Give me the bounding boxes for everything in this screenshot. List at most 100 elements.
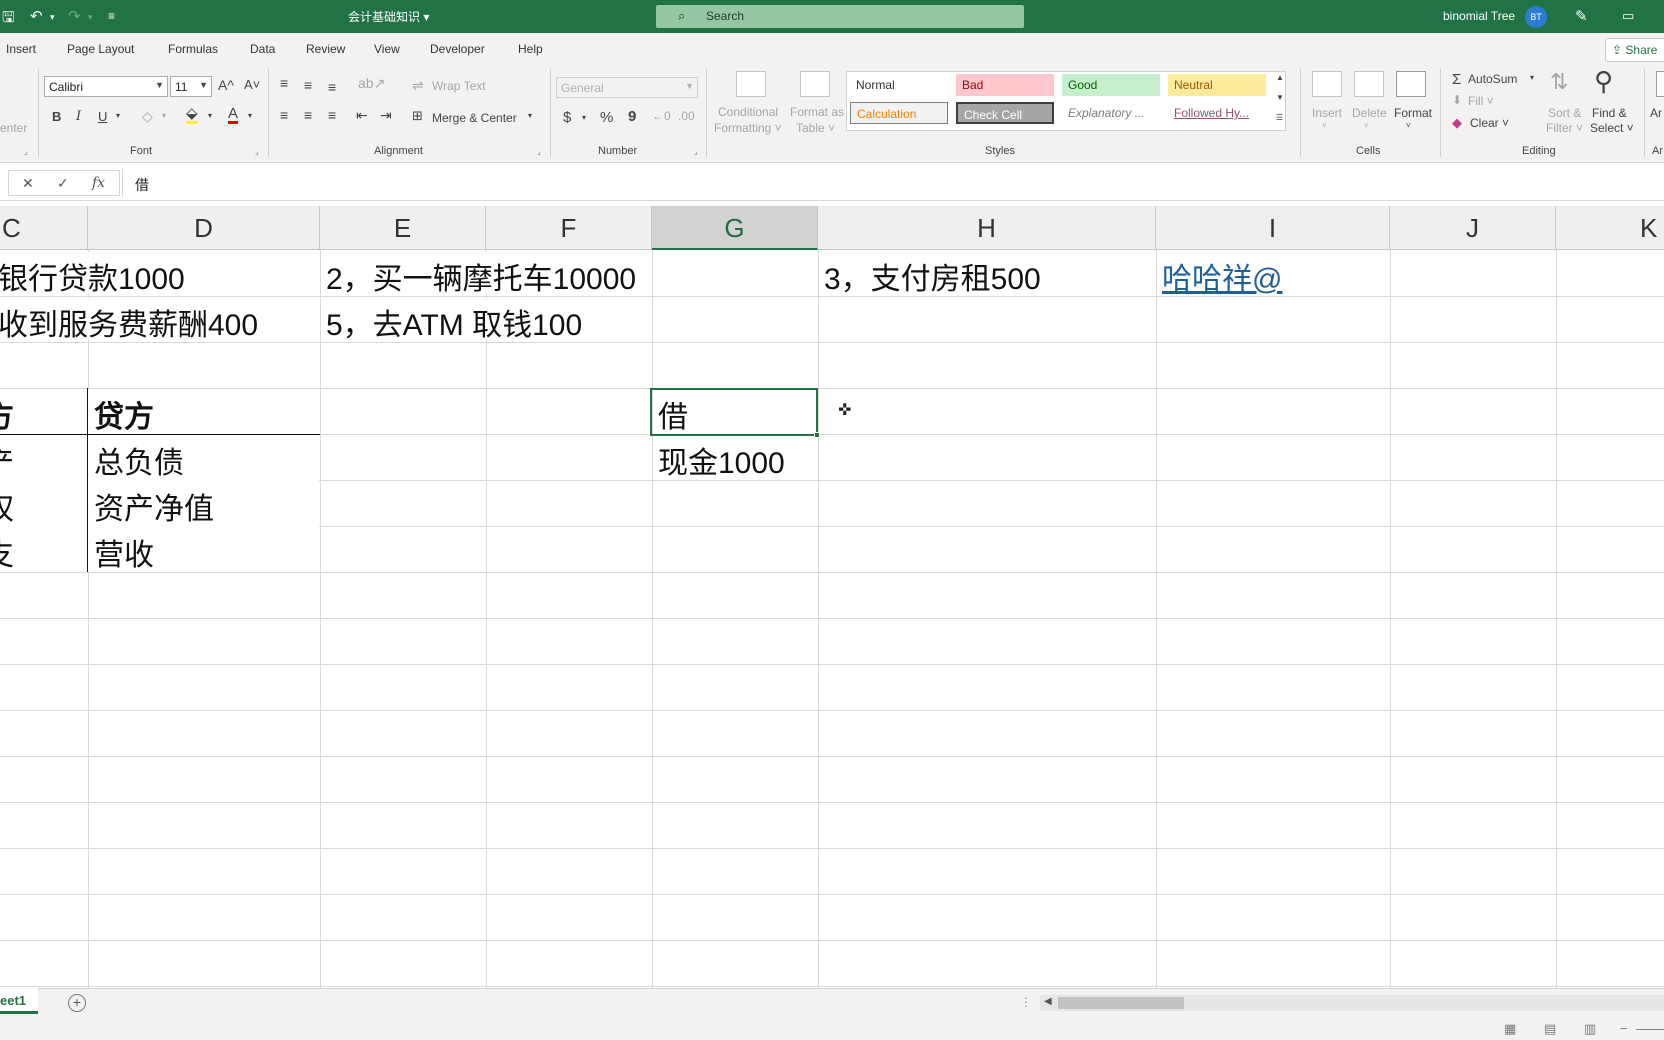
sheet-tab-active[interactable]: eet1 xyxy=(0,988,38,1014)
decrease-decimal-icon[interactable]: .00 xyxy=(678,109,695,123)
find-select-label-1[interactable]: Find & xyxy=(1592,106,1627,120)
cell-i1-hyperlink[interactable]: 哈哈祥@ xyxy=(1162,254,1282,298)
style-bad[interactable]: Bad xyxy=(956,74,1054,96)
tab-formulas[interactable]: Formulas xyxy=(168,42,218,56)
add-sheet-button[interactable]: + xyxy=(68,994,86,1012)
cell-h1[interactable]: 3，支付房租500 xyxy=(824,254,1041,298)
confirm-entry-icon[interactable]: ✓ xyxy=(57,175,69,192)
fill-handle[interactable] xyxy=(814,432,820,438)
cell-d7[interactable]: 营收 xyxy=(94,530,154,574)
font-name-combo[interactable]: Calibri ▼ xyxy=(44,76,168,97)
align-right-icon[interactable]: ≡ xyxy=(328,107,336,123)
cell-c7[interactable]: 支 xyxy=(0,530,14,574)
column-header-h[interactable]: H xyxy=(818,206,1156,250)
merge-icon[interactable]: ⊞ xyxy=(412,108,423,124)
eraser-icon[interactable]: ◆ xyxy=(1452,115,1462,131)
tab-data[interactable]: Data xyxy=(250,42,275,56)
align-left-icon[interactable]: ≡ xyxy=(280,107,288,123)
column-header-e[interactable]: E xyxy=(320,206,486,250)
cell-c2[interactable]: 收到服务费薪酬400 xyxy=(0,300,258,344)
format-as-table-label-1[interactable]: Format as xyxy=(790,105,844,119)
cell-d4[interactable]: 贷方 xyxy=(94,392,154,436)
tab-review[interactable]: Review xyxy=(306,42,345,56)
border-icon[interactable]: ◇ xyxy=(142,108,153,125)
currency-button[interactable]: $ xyxy=(563,109,571,126)
delete-cells-button[interactable]: Delete xyxy=(1352,106,1387,120)
column-header-i[interactable]: I xyxy=(1156,206,1390,250)
merge-dropdown-icon[interactable]: ▾ xyxy=(528,111,532,120)
alignment-launcher-icon[interactable]: ⌟ xyxy=(537,147,541,156)
analyze-data-partial[interactable]: Ar xyxy=(1650,106,1662,120)
formula-input[interactable]: 借 xyxy=(122,169,1664,197)
wrap-text-button[interactable]: Wrap Text xyxy=(432,79,486,93)
cell-c1[interactable]: 银行贷款1000 xyxy=(0,254,185,298)
autosum-button[interactable]: AutoSum xyxy=(1468,72,1517,86)
fill-color-dropdown-icon[interactable]: ▾ xyxy=(208,111,212,120)
column-header-g[interactable]: G xyxy=(652,206,818,250)
comma-button[interactable]: 9 xyxy=(628,108,636,125)
style-explanatory[interactable]: Explanatory ... xyxy=(1062,102,1160,124)
decrease-font-button[interactable]: A˅ xyxy=(244,77,260,92)
align-center-icon[interactable]: ≡ xyxy=(304,107,312,123)
active-cell-selection[interactable] xyxy=(650,388,820,438)
sort-filter-label-1[interactable]: Sort & xyxy=(1548,106,1581,120)
scrollbar-thumb[interactable] xyxy=(1058,997,1184,1009)
fill-button[interactable]: Fill ˅ xyxy=(1468,94,1494,108)
cell-e2[interactable]: 5，去ATM 取钱100 xyxy=(326,300,582,344)
undo-dropdown-icon[interactable]: ▾ xyxy=(50,12,55,23)
gallery-scroll-down-icon[interactable]: ▼ xyxy=(1276,93,1284,102)
share-button[interactable]: ⇪ Share xyxy=(1605,38,1664,62)
percent-button[interactable]: % xyxy=(600,109,613,126)
cell-c6[interactable]: 权 xyxy=(0,484,14,528)
tab-insert[interactable]: Insert xyxy=(6,42,36,56)
autosum-dropdown-icon[interactable]: ▾ xyxy=(1530,73,1534,82)
style-calculation[interactable]: Calculation xyxy=(850,102,948,124)
customize-qat-icon[interactable]: ≡ xyxy=(108,9,115,23)
cell-g5[interactable]: 现金1000 xyxy=(658,438,785,482)
horizontal-scrollbar[interactable]: ◀ xyxy=(1040,995,1664,1011)
increase-font-button[interactable]: A^ xyxy=(218,77,234,93)
font-size-combo[interactable]: 11 ▼ xyxy=(170,76,212,97)
style-check-cell[interactable]: Check Cell xyxy=(956,102,1054,124)
insert-function-icon[interactable]: fx xyxy=(92,175,105,191)
cell-c5[interactable]: 产 xyxy=(0,438,14,482)
find-select-label-2[interactable]: Select ˅ xyxy=(1590,121,1634,135)
cell-d5[interactable]: 总负债 xyxy=(94,438,184,482)
bold-button[interactable]: B xyxy=(52,109,61,124)
conditional-formatting-label-2[interactable]: Formatting ˅ xyxy=(714,121,782,135)
page-break-view-icon[interactable]: ▥ xyxy=(1584,1021,1596,1037)
format-as-table-label-2[interactable]: Table ˅ xyxy=(796,121,835,135)
zoom-out-icon[interactable]: − xyxy=(1620,1021,1628,1036)
style-normal[interactable]: Normal xyxy=(850,74,948,96)
cell-c4[interactable]: 方 xyxy=(0,392,14,436)
column-header-k[interactable]: K xyxy=(1556,206,1664,250)
font-launcher-icon[interactable]: ⌟ xyxy=(255,147,259,156)
increase-decimal-icon[interactable]: ←0 xyxy=(652,109,671,123)
ribbon-display-icon[interactable]: ▭ xyxy=(1622,8,1634,24)
clipboard-launcher-icon[interactable]: ⌟ xyxy=(24,147,28,156)
cell-d6[interactable]: 资产净值 xyxy=(94,484,214,528)
fill-icon[interactable]: ⬇ xyxy=(1452,93,1462,107)
font-color-dropdown-icon[interactable]: ▾ xyxy=(248,111,252,120)
page-layout-view-icon[interactable]: ▤ xyxy=(1544,1021,1556,1037)
autosum-icon[interactable]: Σ xyxy=(1452,71,1461,88)
align-middle-icon[interactable]: ≡ xyxy=(304,77,312,93)
column-header-j[interactable]: J xyxy=(1390,206,1556,250)
pen-icon[interactable]: ✎ xyxy=(1575,7,1588,25)
split-handle-icon[interactable]: ⋮ xyxy=(1020,995,1032,1009)
merge-center-partial[interactable]: enter xyxy=(0,121,27,135)
gallery-scroll-up-icon[interactable]: ▲ xyxy=(1276,73,1284,82)
style-good[interactable]: Good xyxy=(1062,74,1160,96)
fill-color-icon[interactable]: ⬙ xyxy=(186,106,198,124)
clear-button[interactable]: Clear ˅ xyxy=(1470,116,1509,130)
scroll-left-icon[interactable]: ◀ xyxy=(1044,996,1052,1007)
column-header-c[interactable]: C xyxy=(0,206,88,250)
align-top-icon[interactable]: ≡ xyxy=(280,75,288,91)
style-followed-hyperlink[interactable]: Followed Hy... xyxy=(1168,102,1266,124)
undo-icon[interactable]: ↶ xyxy=(30,7,43,25)
worksheet-grid[interactable]: 银行贷款1000 2，买一辆摩托车10000 3，支付房租500 哈哈祥@ 收到… xyxy=(0,250,1664,988)
underline-dropdown-icon[interactable]: ▾ xyxy=(116,111,120,120)
search-box[interactable]: ⌕ Search xyxy=(656,5,1024,28)
wrap-text-icon[interactable]: ⇌ xyxy=(412,77,424,94)
tab-view[interactable]: View xyxy=(374,42,400,56)
